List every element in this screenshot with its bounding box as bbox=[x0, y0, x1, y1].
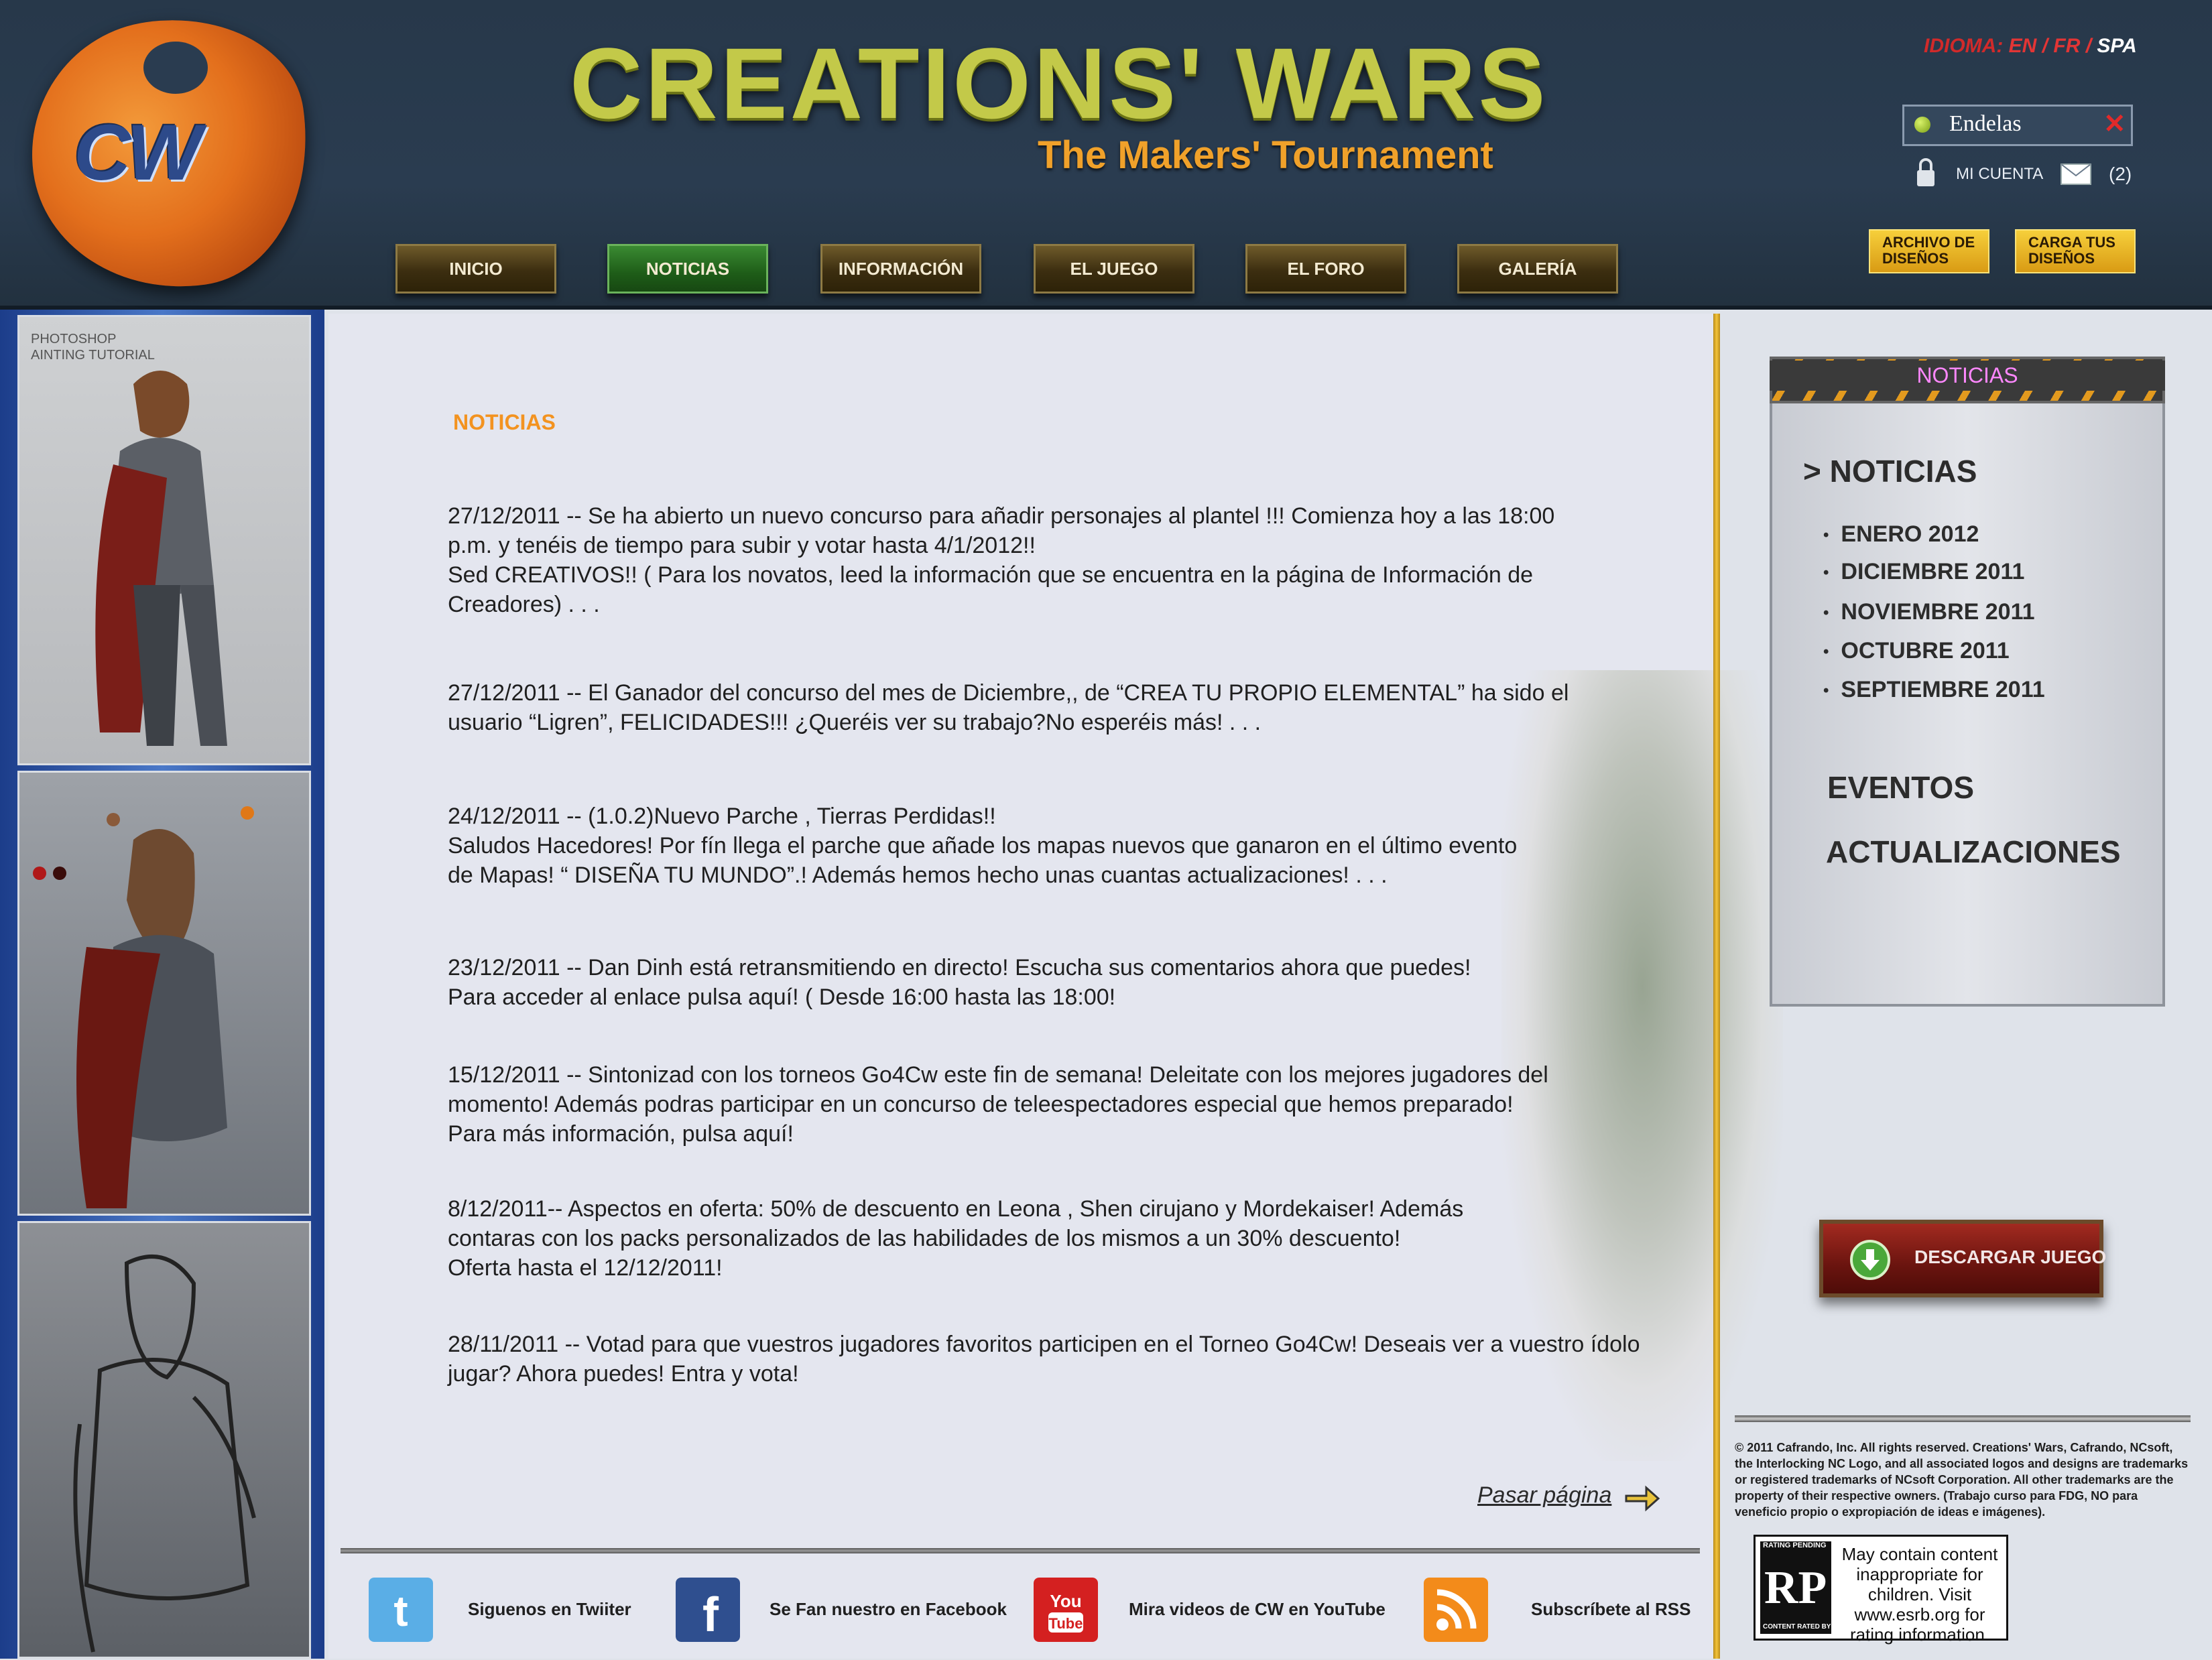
language-option-en[interactable]: EN / bbox=[2009, 35, 2048, 57]
message-count[interactable]: (2) bbox=[2109, 164, 2132, 185]
design-archive-button[interactable]: ARCHIVO DE DISEÑOS bbox=[1869, 229, 1989, 273]
logo-text[interactable]: CW bbox=[74, 107, 202, 198]
site-title: CREATIONS' WARS bbox=[570, 27, 1548, 139]
sidebar-item-noticias[interactable]: > NOTICIAS bbox=[1803, 453, 1977, 489]
sidebar-item-eventos[interactable]: EVENTOS bbox=[1827, 769, 1974, 806]
facebook-icon[interactable]: f bbox=[676, 1578, 740, 1642]
news-item-text: 15/12/2011 -- Sintonizad con los torneos… bbox=[448, 1062, 1548, 1147]
column-divider bbox=[1713, 314, 1720, 1659]
nav-informacion[interactable]: INFORMACIÓN bbox=[820, 244, 981, 294]
upload-designs-button[interactable]: CARGA TUS DISEÑOS bbox=[2015, 229, 2136, 273]
rss-icon[interactable] bbox=[1424, 1578, 1488, 1642]
nav-inicio[interactable]: INICIO bbox=[395, 244, 556, 294]
site-subtitle: The Makers' Tournament bbox=[1038, 133, 1493, 177]
arrow-right-icon[interactable] bbox=[1623, 1482, 1661, 1515]
twitter-link[interactable]: Siguenos en Twiiter bbox=[468, 1599, 631, 1620]
language-selector: IDIOMA: EN / FR / SPA bbox=[1924, 35, 2137, 58]
knight-illustration-icon bbox=[95, 371, 227, 746]
news-item[interactable]: 27/12/2011 -- Se ha abierto un nuevo con… bbox=[448, 501, 1654, 619]
username: Endelas bbox=[1949, 111, 2022, 136]
page-title: NOTICIAS bbox=[453, 410, 556, 434]
news-item[interactable]: 28/11/2011 -- Votad para que vuestros ju… bbox=[448, 1330, 1654, 1389]
sidebar-divider bbox=[1735, 1415, 2191, 1422]
rss-link[interactable]: Subscríbete al RSS bbox=[1531, 1599, 1691, 1620]
twitter-icon[interactable]: t bbox=[369, 1578, 433, 1642]
knight-sketch-illustration-icon bbox=[73, 1255, 256, 1653]
news-item-text: 27/12/2011 -- Se ha abierto un nuevo con… bbox=[448, 503, 1555, 617]
news-item[interactable]: 24/12/2011 -- (1.0.2)Nuevo Parche , Tier… bbox=[448, 802, 1654, 890]
download-arrow-icon[interactable] bbox=[1850, 1240, 1890, 1280]
esrb-notice-text: May contain content inappropriate for ch… bbox=[1841, 1544, 1998, 1645]
my-account-link[interactable]: MI CUENTA bbox=[1956, 165, 2043, 184]
svg-text:Tube: Tube bbox=[1049, 1615, 1083, 1632]
copyright-text: © 2011 Cafrando, Inc. All rights reserve… bbox=[1735, 1441, 2189, 1519]
tutorial-caption: PHOTOSHOP AINTING TUTORIAL bbox=[31, 332, 155, 363]
artwork-knight-coloring-step bbox=[17, 771, 311, 1216]
news-item[interactable]: 23/12/2011 -- Dan Dinh está retransmitie… bbox=[448, 953, 1654, 1012]
news-item-text: 23/12/2011 -- Dan Dinh está retransmitie… bbox=[448, 955, 1471, 1010]
esrb-rp-mark: RP bbox=[1764, 1562, 1827, 1614]
facebook-link[interactable]: Se Fan nuestro en Facebook bbox=[770, 1599, 1007, 1620]
download-game-label[interactable]: DESCARGAR JUEGO bbox=[1914, 1247, 2106, 1268]
mail-icon[interactable] bbox=[2061, 164, 2091, 185]
news-item-text: 27/12/2011 -- El Ganador del concurso de… bbox=[448, 680, 1569, 735]
youtube-link[interactable]: Mira videos de CW en YouTube bbox=[1129, 1599, 1386, 1620]
esrb-rating-pending-label: RATING PENDING bbox=[1763, 1541, 1827, 1549]
archive-item[interactable]: NOVIEMBRE 2011 bbox=[1823, 599, 2034, 625]
news-item-text: 8/12/2011-- Aspectos en oferta: 50% de d… bbox=[448, 1196, 1464, 1281]
svg-text:t: t bbox=[393, 1587, 408, 1635]
nav-noticias[interactable]: NOTICIAS bbox=[607, 244, 768, 294]
news-item[interactable]: 8/12/2011-- Aspectos en oferta: 50% de d… bbox=[448, 1194, 1654, 1283]
news-item[interactable]: 27/12/2011 -- El Ganador del concurso de… bbox=[448, 678, 1654, 737]
news-item-text: 28/11/2011 -- Votad para que vuestros ju… bbox=[448, 1332, 1640, 1387]
language-option-fr[interactable]: FR / bbox=[2053, 35, 2091, 57]
footer-divider bbox=[341, 1548, 1700, 1553]
panel-title: NOTICIAS bbox=[1770, 361, 2165, 391]
archive-item[interactable]: SEPTIEMBRE 2011 bbox=[1823, 677, 2044, 703]
nav-galeria[interactable]: GALERÍA bbox=[1457, 244, 1618, 294]
nav-el-juego[interactable]: EL JUEGO bbox=[1034, 244, 1194, 294]
language-label: IDIOMA: bbox=[1924, 35, 2004, 57]
artwork-knight-sketch-step bbox=[17, 1221, 311, 1659]
svg-text:You: You bbox=[1050, 1591, 1081, 1611]
logo-palette-thumbhole bbox=[143, 42, 208, 94]
nav-el-foro[interactable]: EL FORO bbox=[1245, 244, 1406, 294]
youtube-icon[interactable]: You Tube bbox=[1034, 1578, 1098, 1642]
news-item-text: 24/12/2011 -- (1.0.2)Nuevo Parche , Tier… bbox=[448, 804, 1518, 888]
online-status-icon bbox=[1914, 117, 1930, 133]
sidebar-item-actualizaciones[interactable]: ACTUALIZACIONES bbox=[1826, 834, 2121, 870]
next-page-link[interactable]: Pasar página bbox=[1477, 1482, 1611, 1509]
lock-icon bbox=[1917, 158, 1934, 186]
news-item[interactable]: 15/12/2011 -- Sintonizad con los torneos… bbox=[448, 1060, 1654, 1149]
archive-item[interactable]: OCTUBRE 2011 bbox=[1823, 638, 2009, 664]
language-option-spa[interactable]: SPA bbox=[2097, 35, 2136, 57]
logout-close-icon[interactable]: ✕ bbox=[2103, 109, 2126, 139]
archive-item[interactable]: ENERO 2012 bbox=[1823, 521, 1979, 548]
svg-text:f: f bbox=[702, 1588, 719, 1642]
knight-coloring-illustration-icon bbox=[33, 806, 254, 1208]
artwork-knight-final bbox=[17, 315, 311, 765]
archive-item[interactable]: DICIEMBRE 2011 bbox=[1823, 559, 2024, 585]
